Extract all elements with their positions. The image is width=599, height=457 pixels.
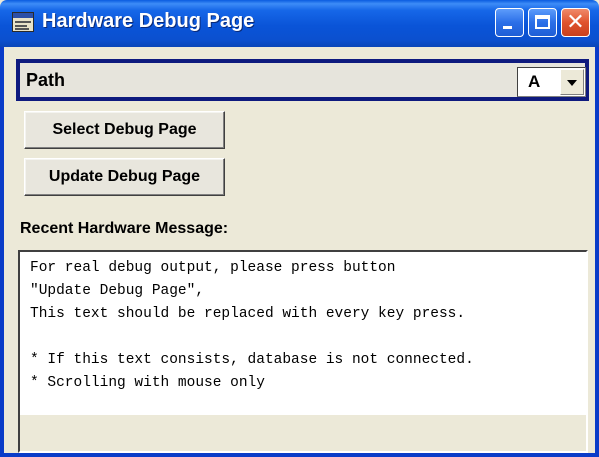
close-icon: ✕: [566, 10, 585, 35]
message-text-area[interactable]: For real debug output, please press butt…: [20, 252, 586, 415]
window-title: Hardware Debug Page: [42, 10, 255, 32]
message-line: This text should be replaced with every …: [30, 306, 466, 322]
message-line: "Update Debug Page",: [30, 283, 205, 299]
update-debug-page-button[interactable]: Update Debug Page: [24, 158, 225, 196]
recent-hardware-message-label: Recent Hardware Message:: [20, 220, 229, 237]
message-line: * If this text consists, database is not…: [30, 352, 474, 368]
message-line: For real debug output, please press butt…: [30, 260, 396, 276]
path-label: Path: [26, 70, 66, 90]
message-line: * Scrolling with mouse only: [30, 375, 265, 391]
title-bar[interactable]: Hardware Debug Page ✕: [0, 0, 599, 47]
path-row: Path A: [16, 59, 589, 101]
icon-line: [15, 25, 27, 27]
maximize-button[interactable]: [528, 8, 557, 37]
debug-page-icon[interactable]: [12, 12, 34, 32]
path-select-value: A: [528, 72, 541, 91]
close-button[interactable]: ✕: [561, 8, 590, 37]
minimize-icon: [503, 26, 512, 29]
minimize-button[interactable]: [495, 8, 524, 37]
icon-header-strip: [13, 13, 33, 18]
maximize-icon: [535, 15, 550, 29]
hardware-message-box[interactable]: For real debug output, please press butt…: [18, 250, 588, 453]
icon-line: [15, 21, 31, 23]
select-debug-page-button[interactable]: Select Debug Page: [24, 111, 225, 149]
path-select[interactable]: A: [517, 67, 586, 97]
icon-line: [15, 28, 29, 30]
hardware-debug-window: Hardware Debug Page ✕ Path A Select Debu…: [0, 0, 599, 457]
chevron-down-icon[interactable]: [560, 69, 584, 95]
